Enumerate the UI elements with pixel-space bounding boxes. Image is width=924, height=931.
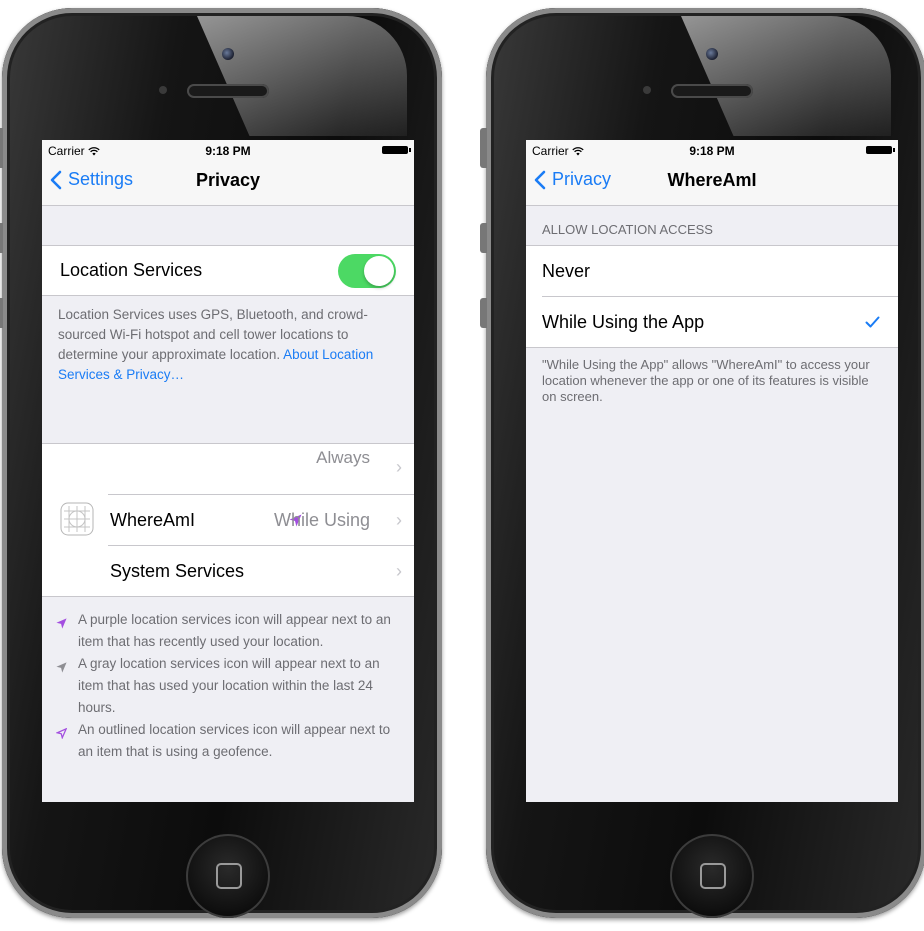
list-item-always[interactable]: Always › — [42, 444, 414, 495]
volume-down-button — [480, 298, 487, 328]
iphone-left: Carrier 9:18 PM Settings Privacy Locatio… — [0, 8, 442, 918]
system-services-label: System Services — [110, 560, 245, 581]
mute-switch — [0, 128, 3, 168]
option-footer: "While Using the App" allows "WhereAmI" … — [542, 357, 870, 404]
option-never[interactable]: Never — [526, 246, 898, 297]
location-access-options: Never While Using the App — [526, 245, 898, 348]
volume-down-button — [0, 298, 3, 328]
navigation-bar: Privacy WhereAmI — [526, 160, 898, 206]
app-location-status: While Using — [273, 510, 370, 530]
legend-item-purple: A purple location services icon will app… — [42, 609, 414, 653]
nav-title: Privacy — [195, 170, 261, 190]
status-time: 9:18 PM — [689, 144, 735, 158]
location-services-description: Location Services uses GPS, Bluetooth, a… — [58, 307, 374, 382]
earpiece-speaker — [671, 84, 753, 98]
toggle-knob — [364, 256, 394, 286]
location-services-row: Location Services — [42, 246, 414, 295]
location-services-group: Location Services — [42, 245, 414, 296]
screen-privacy: Carrier 9:18 PM Settings Privacy Locatio… — [42, 140, 414, 802]
option-label: Never — [542, 261, 591, 281]
proximity-sensor — [159, 86, 167, 94]
screen-app-location: Carrier 9:18 PM Privacy WhereAmI ALLOW L… — [526, 140, 898, 802]
navigation-bar: Settings Privacy — [42, 160, 414, 206]
checkmark-icon — [865, 316, 880, 328]
row-value: Always — [316, 448, 370, 467]
option-while-using[interactable]: While Using the App — [526, 297, 898, 347]
apps-list: Always › WhereAmI While Using › System S… — [42, 443, 414, 597]
nav-title: WhereAmI — [667, 170, 757, 190]
section-header: ALLOW LOCATION ACCESS — [542, 222, 713, 237]
option-label: While Using the App — [542, 311, 705, 332]
iphone-right: Carrier 9:18 PM Privacy WhereAmI ALLOW L… — [480, 8, 924, 918]
chevron-right-icon: › — [396, 560, 402, 581]
status-bar: Carrier 9:18 PM — [42, 140, 414, 160]
battery-icon — [382, 146, 411, 154]
battery-icon — [866, 146, 895, 154]
proximity-sensor — [643, 86, 651, 94]
volume-up-button — [0, 223, 3, 253]
location-services-toggle[interactable] — [338, 254, 396, 288]
home-button[interactable] — [670, 834, 754, 918]
outlined-location-arrow-icon — [55, 727, 68, 740]
legend-item-gray: A gray location services icon will appea… — [42, 653, 414, 719]
front-camera — [222, 48, 234, 60]
location-services-label: Location Services — [60, 260, 203, 280]
front-camera — [706, 48, 718, 60]
app-name: WhereAmI — [110, 510, 196, 530]
mute-switch — [480, 128, 487, 168]
app-icon — [60, 502, 94, 536]
gray-location-arrow-icon — [56, 662, 67, 673]
purple-location-arrow-icon — [56, 618, 67, 629]
home-button[interactable] — [186, 834, 270, 918]
chevron-right-icon: › — [396, 457, 402, 477]
list-item-system-services[interactable]: System Services › — [42, 546, 414, 596]
status-time: 9:18 PM — [205, 144, 251, 158]
list-item-whereami[interactable]: WhereAmI While Using › — [42, 495, 414, 546]
chevron-right-icon: › — [396, 510, 402, 530]
legend-item-outlined: An outlined location services icon will … — [42, 719, 414, 763]
earpiece-speaker — [187, 84, 269, 98]
location-icon-legend: A purple location services icon will app… — [42, 609, 414, 763]
status-bar: Carrier 9:18 PM — [526, 140, 898, 160]
volume-up-button — [480, 223, 487, 253]
